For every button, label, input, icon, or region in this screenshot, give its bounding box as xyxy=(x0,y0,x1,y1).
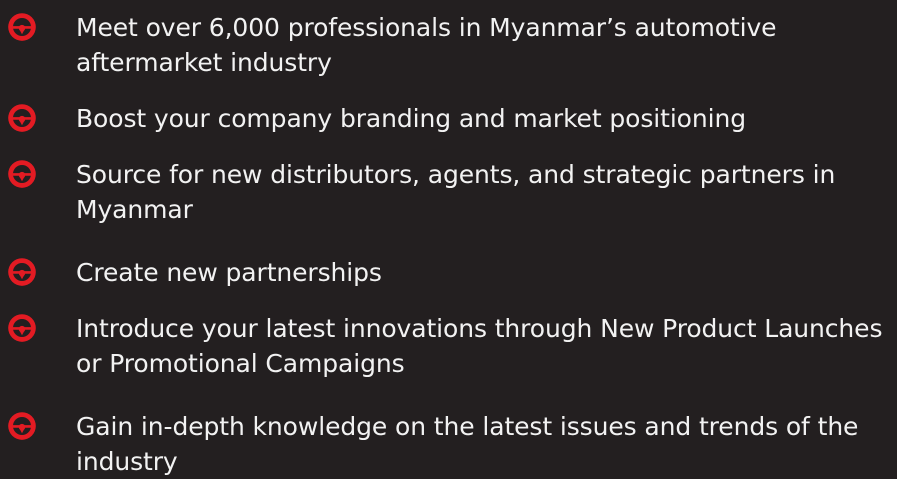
list-item: Meet over 6,000 professionals in Myanmar… xyxy=(0,10,897,80)
benefit-text: Gain in-depth knowledge on the latest is… xyxy=(76,412,859,476)
steering-wheel-icon xyxy=(0,409,50,443)
benefits-list: Meet over 6,000 professionals in Myanmar… xyxy=(0,0,897,476)
steering-wheel-icon xyxy=(0,157,50,191)
benefit-text: Introduce your latest innovations throug… xyxy=(76,314,883,378)
list-item: Source for new distributors, agents, and… xyxy=(0,157,897,227)
steering-wheel-icon xyxy=(0,255,50,289)
benefit-text: Boost your company branding and market p… xyxy=(76,104,746,133)
list-item: Create new partnerships xyxy=(0,255,897,290)
steering-wheel-icon xyxy=(0,101,50,135)
steering-wheel-icon xyxy=(0,10,50,44)
list-item: Gain in-depth knowledge on the latest is… xyxy=(0,409,897,479)
steering-wheel-icon xyxy=(0,311,50,345)
benefit-text: Source for new distributors, agents, and… xyxy=(76,160,836,224)
list-item: Boost your company branding and market p… xyxy=(0,101,897,136)
benefit-text: Create new partnerships xyxy=(76,258,382,287)
benefit-text: Meet over 6,000 professionals in Myanmar… xyxy=(76,13,777,77)
list-item: Introduce your latest innovations throug… xyxy=(0,311,897,381)
